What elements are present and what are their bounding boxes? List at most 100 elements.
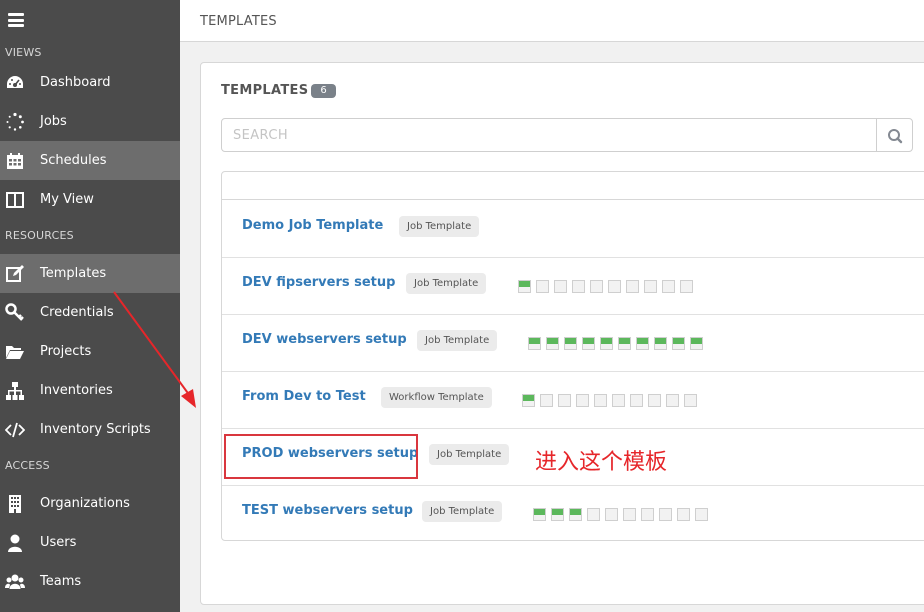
- template-type-badge: Workflow Template: [381, 387, 492, 408]
- job-status-success[interactable]: [582, 337, 595, 350]
- building-icon: [9, 495, 21, 513]
- job-status-success[interactable]: [518, 280, 531, 293]
- template-type-badge: Job Template: [422, 501, 503, 522]
- job-status-empty: [648, 394, 661, 407]
- annotation-text: 进入这个模板: [535, 450, 668, 475]
- template-type-badge: Job Template: [399, 216, 480, 237]
- job-status-success[interactable]: [636, 337, 649, 350]
- template-row: DEV fipservers setup Job Template: [222, 258, 924, 315]
- section-resources: RESOURCES: [5, 229, 74, 242]
- template-type-badge: Job Template: [406, 273, 487, 294]
- sidebar-item-schedules[interactable]: Schedules: [0, 141, 180, 180]
- user-icon: [8, 534, 22, 552]
- job-status-success[interactable]: [569, 508, 582, 521]
- sidebar-item-organizations[interactable]: Organizations: [0, 484, 180, 523]
- job-status-success[interactable]: [564, 337, 577, 350]
- job-status-success[interactable]: [522, 394, 535, 407]
- sidebar-item-templates[interactable]: Templates: [0, 254, 180, 293]
- panel-title: TEMPLATES: [221, 83, 309, 98]
- code-icon: [5, 422, 25, 438]
- template-row: DEV webservers setup Job Template: [222, 315, 924, 372]
- job-status-empty: [677, 508, 690, 521]
- template-type-badge: Job Template: [429, 444, 510, 465]
- template-name-link[interactable]: TEST webservers setup: [242, 503, 413, 518]
- main-content: TEMPLATES TEMPLATES 6 Demo Job Template …: [180, 0, 924, 612]
- sidebar-item-dashboard[interactable]: Dashboard: [0, 63, 180, 102]
- sidebar-item-label: Users: [40, 535, 77, 550]
- job-status-empty: [659, 508, 672, 521]
- key-icon: [5, 303, 24, 321]
- job-status-empty: [572, 280, 585, 293]
- sidebar-item-label: Projects: [40, 344, 92, 359]
- count-badge: 6: [311, 84, 336, 98]
- job-status-success[interactable]: [533, 508, 546, 521]
- job-status-success[interactable]: [600, 337, 613, 350]
- sidebar-item-label: Templates: [40, 266, 107, 281]
- job-status-success[interactable]: [672, 337, 685, 350]
- search-button[interactable]: [876, 118, 913, 152]
- job-status-empty: [612, 394, 625, 407]
- list-header: [222, 172, 924, 200]
- template-name-link[interactable]: From Dev to Test: [242, 389, 366, 404]
- search-input[interactable]: [221, 118, 877, 152]
- breadcrumb: TEMPLATES: [180, 0, 924, 42]
- job-status-empty: [608, 280, 621, 293]
- template-row: TEST webservers setup Job Template: [222, 486, 924, 543]
- job-status-empty: [623, 508, 636, 521]
- sidebar-item-label: Teams: [40, 574, 82, 589]
- templates-panel: TEMPLATES 6 Demo Job Template Job Templa…: [200, 62, 924, 605]
- job-status-empty: [536, 280, 549, 293]
- job-status-success[interactable]: [654, 337, 667, 350]
- job-status-empty: [540, 394, 553, 407]
- sidebar-item-my-view[interactable]: My View: [0, 180, 180, 219]
- job-status-empty: [641, 508, 654, 521]
- sidebar-item-label: Inventories: [40, 383, 113, 398]
- folder-open-icon: [6, 346, 24, 359]
- job-status-empty: [587, 508, 600, 521]
- users-icon: [5, 574, 25, 589]
- section-access: ACCESS: [5, 459, 50, 472]
- sidebar-item-label: Inventory Scripts: [40, 422, 151, 437]
- sitemap-icon: [6, 382, 24, 400]
- sidebar: VIEWS Dashboard Jobs Schedules My View R…: [0, 0, 180, 612]
- template-name-link[interactable]: Demo Job Template: [242, 218, 383, 233]
- job-status-success[interactable]: [546, 337, 559, 350]
- annotation-highlight-box: [224, 434, 418, 479]
- template-name-link[interactable]: DEV webservers setup: [242, 332, 407, 347]
- sidebar-item-label: Dashboard: [40, 75, 111, 90]
- job-status-success[interactable]: [618, 337, 631, 350]
- section-views: VIEWS: [5, 46, 42, 59]
- dashboard-icon: [7, 76, 23, 88]
- sidebar-item-label: Organizations: [40, 496, 130, 511]
- sidebar-item-label: My View: [40, 192, 94, 207]
- template-name-link[interactable]: DEV fipservers setup: [242, 275, 395, 290]
- sidebar-item-credentials[interactable]: Credentials: [0, 293, 180, 332]
- breadcrumb-title: TEMPLATES: [200, 14, 277, 29]
- columns-icon: [6, 192, 24, 208]
- job-status-empty: [590, 280, 603, 293]
- job-status-success[interactable]: [528, 337, 541, 350]
- sidebar-item-teams[interactable]: Teams: [0, 562, 180, 601]
- sidebar-item-inventories[interactable]: Inventories: [0, 371, 180, 410]
- sidebar-item-inventory-scripts[interactable]: Inventory Scripts: [0, 410, 180, 449]
- job-status-success[interactable]: [551, 508, 564, 521]
- job-status-empty: [680, 280, 693, 293]
- sidebar-item-label: Credentials: [40, 305, 114, 320]
- templates-list: Demo Job Template Job Template DEV fipse…: [221, 171, 924, 541]
- job-status-empty: [576, 394, 589, 407]
- job-status-empty: [630, 394, 643, 407]
- hamburger-menu-icon[interactable]: [8, 13, 24, 27]
- job-status-empty: [558, 394, 571, 407]
- job-status-empty: [684, 394, 697, 407]
- job-status-empty: [695, 508, 708, 521]
- job-status-success[interactable]: [690, 337, 703, 350]
- sidebar-item-jobs[interactable]: Jobs: [0, 102, 180, 141]
- template-row: Demo Job Template Job Template: [222, 201, 924, 258]
- sidebar-item-users[interactable]: Users: [0, 523, 180, 562]
- template-type-badge: Job Template: [417, 330, 498, 351]
- job-status-empty: [605, 508, 618, 521]
- job-status-empty: [626, 280, 639, 293]
- job-status-empty: [662, 280, 675, 293]
- sidebar-item-projects[interactable]: Projects: [0, 332, 180, 371]
- job-status-empty: [666, 394, 679, 407]
